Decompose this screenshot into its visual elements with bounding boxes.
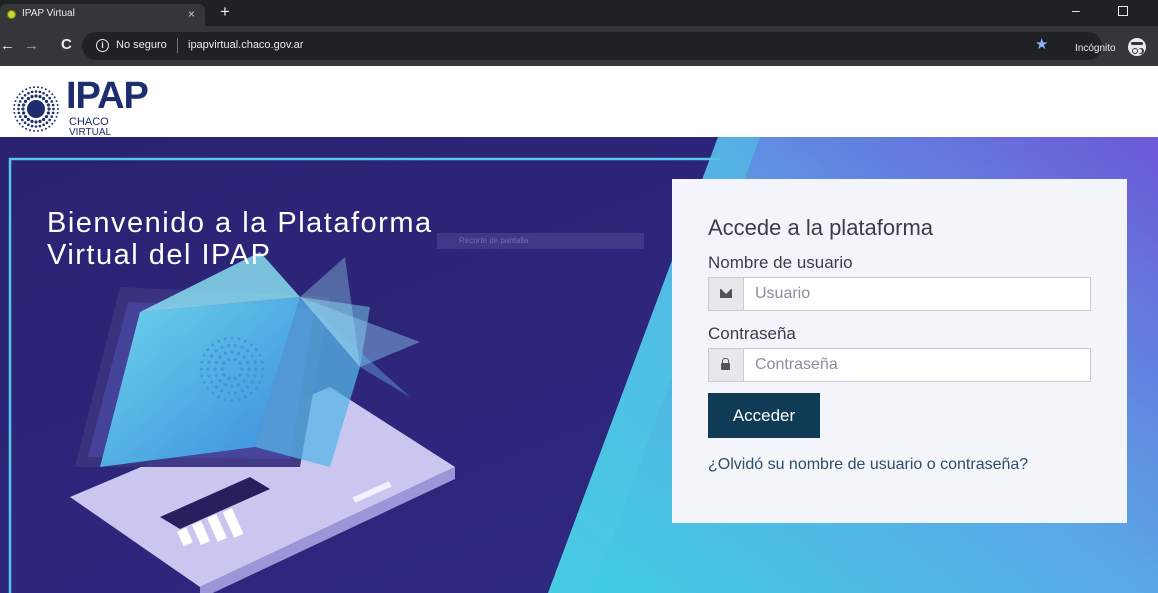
password-addon [709, 349, 744, 381]
login-button[interactable]: Acceder [708, 393, 820, 438]
envelope-icon [720, 289, 732, 298]
username-addon [709, 278, 744, 310]
username-input[interactable] [744, 278, 1100, 310]
ipap-logo-mark-icon [13, 86, 59, 132]
incognito-label[interactable]: Incógnito [1075, 43, 1116, 54]
browser-tab[interactable]: IPAP Virtual × [0, 4, 205, 26]
screenshot-overlay-text: Recorte de pantalla [459, 236, 529, 245]
screenshot-overlay-remnant: Recorte de pantalla [437, 233, 644, 249]
reload-icon[interactable]: C [61, 36, 72, 53]
forward-arrow-icon[interactable]: → [24, 37, 39, 54]
password-field-group [708, 348, 1100, 382]
lock-icon [721, 358, 730, 370]
address-separator [177, 38, 178, 53]
back-arrow-icon[interactable]: ← [0, 37, 15, 54]
site-header [0, 66, 1158, 137]
logo-title[interactable]: IPAP [66, 76, 149, 116]
forgot-credentials-link[interactable]: ¿Olvidó su nombre de usuario o contraseñ… [708, 456, 1028, 474]
browser-tab-strip: IPAP Virtual × + – [0, 0, 1158, 26]
star-icon[interactable]: ★ [1035, 35, 1048, 53]
address-bar[interactable]: i No seguro ipapvirtual.chaco.gov.ar ★ [82, 32, 1102, 60]
password-input[interactable] [744, 349, 1100, 381]
new-tab-button[interactable]: + [220, 3, 230, 21]
url-text[interactable]: ipapvirtual.chaco.gov.ar [188, 39, 303, 51]
browser-toolbar: ← → C i No seguro ipapvirtual.chaco.gov.… [0, 26, 1158, 66]
password-label: Contraseña [708, 324, 796, 343]
favicon-icon [7, 10, 16, 19]
login-title: Accede a la plataforma [708, 215, 934, 240]
minimize-window-icon[interactable]: – [1072, 2, 1080, 18]
tab-title: IPAP Virtual [22, 8, 75, 19]
restore-window-icon[interactable] [1118, 6, 1128, 16]
login-card: Accede a la plataforma Nombre de usuario… [672, 179, 1127, 523]
username-field-group [708, 277, 1100, 311]
info-icon[interactable]: i [96, 39, 109, 52]
tab-close-icon[interactable]: × [188, 7, 195, 21]
security-status[interactable]: No seguro [116, 39, 167, 51]
username-label: Nombre de usuario [708, 253, 853, 272]
incognito-icon[interactable] [1128, 38, 1146, 56]
